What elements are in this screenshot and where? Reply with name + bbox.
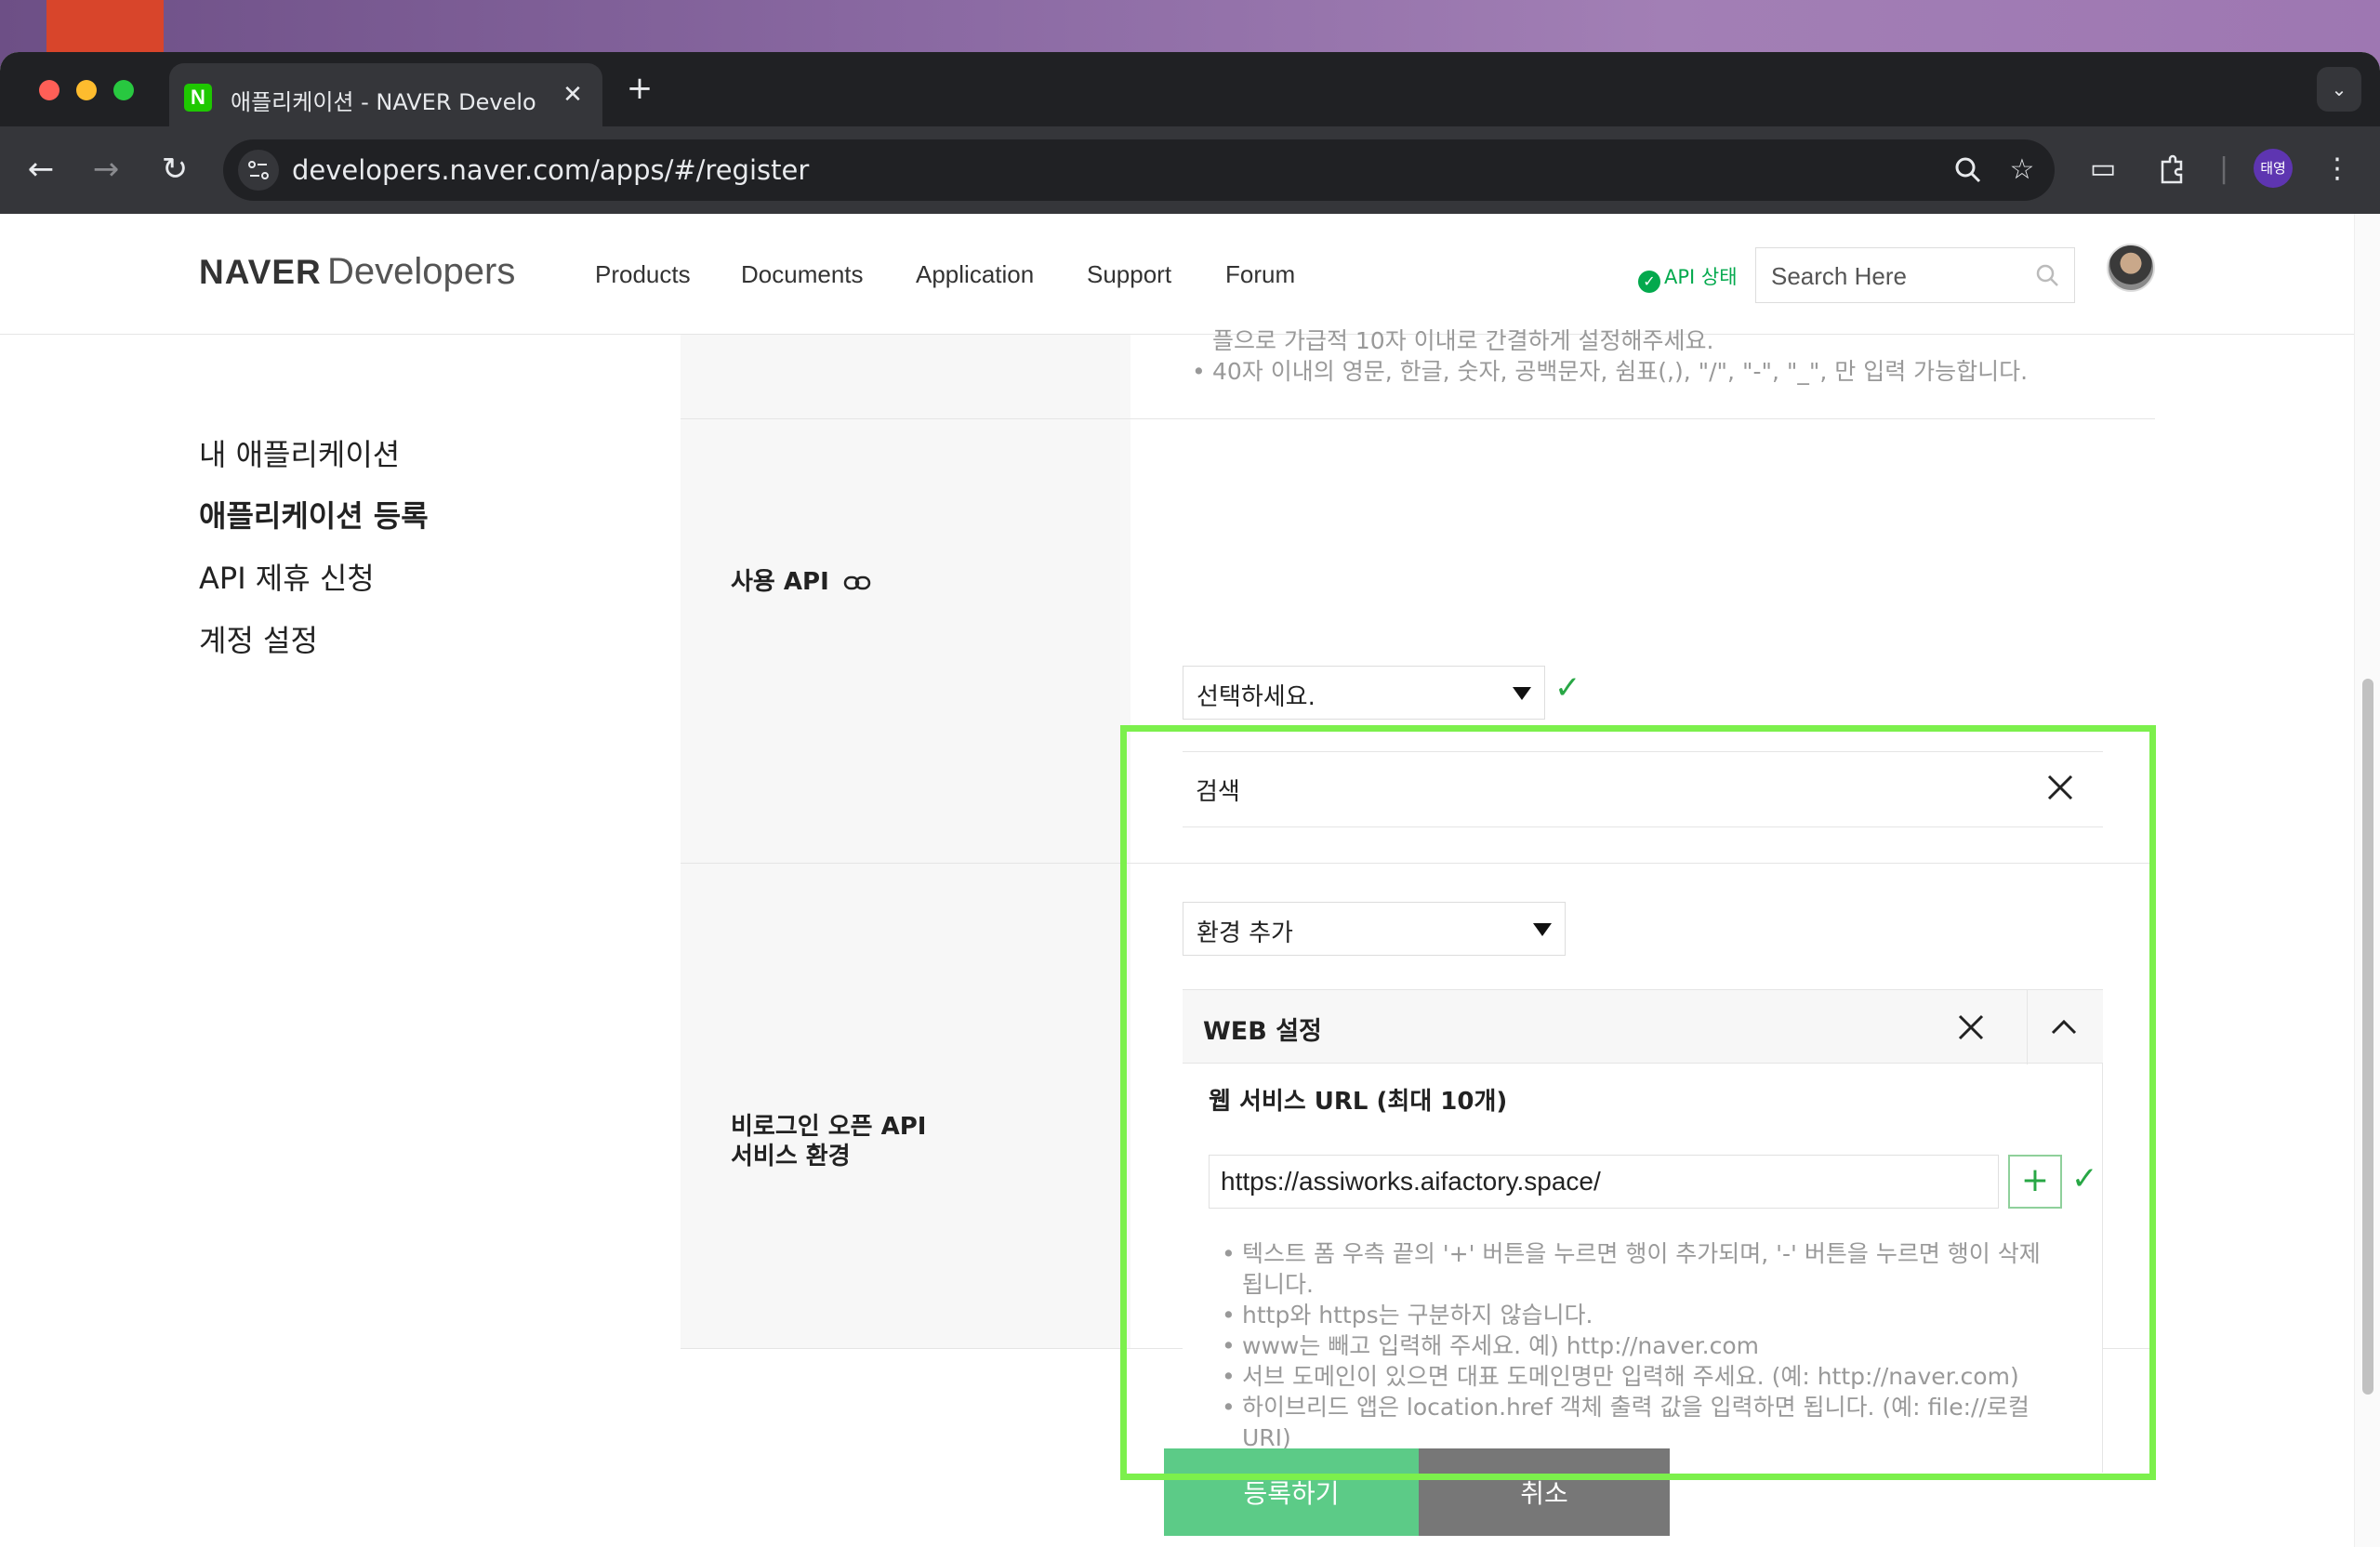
tab-search-button[interactable]: ⌄ [2317,67,2361,112]
api-status-link[interactable]: ✓ API 상태 [1638,262,1738,293]
env-label-line1: 비로그인 오픈 API [731,1113,927,1141]
row-divider [681,418,2155,419]
more-menu-icon[interactable]: ⋮ [2317,149,2358,190]
browser-window: N 애플리케이션 - NAVER Developers ✕ + ⌄ ← → ↻ … [0,52,2380,1547]
url-text: developers.naver.com/apps/#/register [292,154,810,186]
nav-support[interactable]: Support [1087,260,1171,289]
remove-api-close-icon[interactable] [2042,769,2079,806]
api-valid-check-icon: ✓ [1554,669,1581,707]
toolbar-divider: | [2218,152,2229,185]
nav-forum[interactable]: Forum [1225,260,1295,289]
scrollbar-thumb[interactable] [2362,679,2373,1395]
add-url-button[interactable]: + [2008,1155,2062,1209]
api-chip-label: 검색 [1196,778,1240,806]
search-icon[interactable] [2033,261,2061,289]
zoom-icon[interactable] [1949,151,1988,190]
api-chip-search: 검색 [1183,751,2103,827]
address-bar[interactable]: developers.naver.com/apps/#/register ☆ [223,139,2055,201]
dock-app-icon [46,0,164,52]
bullet: • [1192,358,1206,385]
close-tab-icon[interactable]: ✕ [558,80,588,110]
browser-tab[interactable]: N 애플리케이션 - NAVER Developers ✕ [169,63,602,128]
nav-application[interactable]: Application [916,260,1034,289]
check-circle-icon: ✓ [1638,271,1660,293]
collapse-chevron-up-icon[interactable] [2045,1009,2082,1046]
hint-item: 플으로 가급적 10자 이내로 간결하게 설정해주세요. [1212,327,1714,354]
hint-item: http와 https는 구분하지 않습니다. [1220,1300,2056,1330]
web-settings-header: WEB 설정 [1183,989,2103,1064]
env-select-value: 환경 추가 [1197,919,1293,947]
tab-bar: N 애플리케이션 - NAVER Developers ✕ + ⌄ [0,52,2380,128]
maximize-window-button[interactable] [113,80,134,100]
sidebar-item-account-settings[interactable]: 계정 설정 [199,617,318,660]
site-info-icon[interactable] [238,150,279,191]
site-search [1755,247,2075,303]
cancel-button[interactable]: 취소 [1419,1448,1670,1536]
remove-web-close-icon[interactable] [1952,1009,1990,1046]
register-button[interactable]: 등록하기 [1164,1448,1419,1536]
hint-item: 텍스트 폼 우측 끝의 '+' 버튼을 누르면 행이 추가되며, '-' 버튼을… [1220,1238,2056,1300]
profile-avatar[interactable]: 태영 [2254,149,2293,188]
sidebar-item-api-partnership[interactable]: API 제휴 신청 [199,555,375,598]
logo-developers[interactable]: Developers [327,251,515,293]
nav-products[interactable]: Products [595,260,691,289]
api-select-value: 선택하세요. [1197,683,1316,711]
forward-button[interactable]: → [86,149,126,190]
web-settings-title: WEB 설정 [1203,1017,1322,1046]
browser-toolbar: ← → ↻ developers.naver.com/apps/#/regist… [0,126,2380,214]
new-tab-button[interactable]: + [623,73,656,106]
minimize-window-button[interactable] [76,80,97,100]
dropdown-arrow-icon [1513,687,1531,700]
env-row-label: 비로그인 오픈 API 서비스 환경 [731,1112,926,1171]
api-row-label: 사용 API [731,567,871,601]
page-scrollbar[interactable] [2354,214,2380,1547]
back-button[interactable]: ← [20,149,61,190]
web-url-hints: 텍스트 폼 우측 끝의 '+' 버튼을 누르면 행이 추가되며, '-' 버튼을… [1220,1238,2056,1453]
hint-item: 서브 도메인이 있으면 대표 도메인명만 입력해 주세요. (예: http:/… [1220,1361,2056,1392]
url-valid-check-icon: ✓ [2071,1160,2098,1197]
nav-documents[interactable]: Documents [741,260,864,289]
link-icon[interactable] [843,571,871,601]
dropdown-arrow-icon [1533,923,1552,936]
naver-favicon-icon: N [184,84,212,112]
search-input[interactable] [1771,259,2022,293]
web-url-subtitle: 웹 서비스 URL (최대 10개) [1209,1088,1508,1116]
web-service-url-input[interactable] [1209,1155,1999,1209]
tab-title: 애플리케이션 - NAVER Developers [231,89,537,115]
app-name-hints: 플으로 가급적 10자 이내로 간결하게 설정해주세요. • 40자 이내의 영문… [1192,325,2122,387]
web-page: NAVER Developers Products Documents Appl… [0,214,2380,1547]
hint-item: www는 빼고 입력해 주세요. 예) http://naver.com [1220,1330,2056,1361]
user-avatar[interactable] [2107,244,2155,292]
api-label-text: 사용 API [731,568,829,596]
api-status-label: API 상태 [1664,266,1738,288]
web-settings-panel: WEB 설정 웹 서비스 URL (최대 10개) + ✓ 텍스트 폼 우측 끝… [1183,989,2103,1473]
label-column [681,335,1130,1348]
extensions-icon[interactable] [2151,149,2192,190]
header-divider [2027,990,2028,1064]
env-label-line2: 서비스 환경 [731,1143,851,1170]
hint-item: • 40자 이내의 영문, 한글, 숫자, 공백문자, 쉼표(,), "/", "… [1192,356,2122,387]
env-select[interactable]: 환경 추가 [1183,902,1566,956]
hint-item: 하이브리드 앱은 location.href 객체 출력 값을 입력하면 됩니다… [1220,1392,2056,1453]
row-divider [681,863,2155,864]
logo-naver[interactable]: NAVER [199,253,322,292]
bookmark-star-icon[interactable]: ☆ [2003,151,2042,190]
reload-button[interactable]: ↻ [154,149,195,190]
sidebar-item-my-apps[interactable]: 내 애플리케이션 [199,431,400,474]
api-select[interactable]: 선택하세요. [1183,666,1545,720]
sidebar-item-register-app[interactable]: 애플리케이션 등록 [199,493,429,536]
hint-text: 40자 이내의 영문, 한글, 숫자, 공백문자, 쉼표(,), "/", "-… [1212,358,2029,385]
site-header: NAVER Developers Products Documents Appl… [0,214,2354,335]
close-window-button[interactable] [39,80,60,100]
cast-icon[interactable]: ▭ [2082,149,2123,190]
